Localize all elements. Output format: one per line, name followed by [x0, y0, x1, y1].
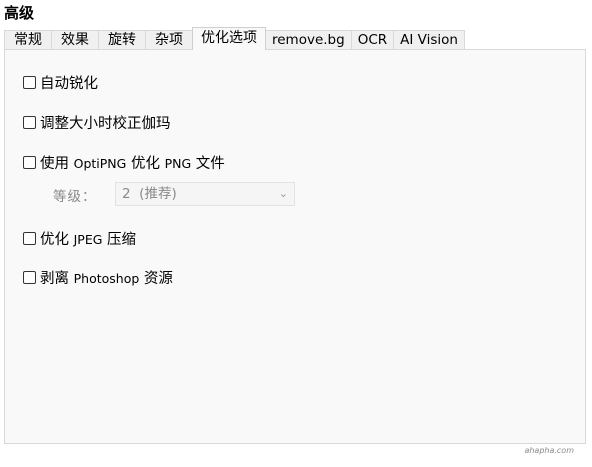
- level-select[interactable]: 2 (推荐) ⌄: [115, 182, 295, 206]
- tab-misc[interactable]: 杂项: [145, 30, 193, 50]
- auto-sharpen-label: 自动锐化: [40, 76, 98, 92]
- tab-bar: 常规 效果 旋转 杂项 优化选项 remove.bg OCR AI Vision: [4, 27, 465, 50]
- auto-sharpen-checkbox[interactable]: [23, 76, 36, 89]
- tab-optimize-options[interactable]: 优化选项: [192, 27, 266, 50]
- strip-photoshop-label: 剥离 Photoshop 资源: [40, 267, 173, 288]
- gamma-correct-label: 调整大小时校正伽玛: [40, 116, 171, 132]
- tab-effects[interactable]: 效果: [51, 30, 99, 50]
- optipng-label-part: 使用: [40, 156, 74, 172]
- tab-general[interactable]: 常规: [4, 30, 52, 50]
- strip-photoshop-label-part: Photoshop: [73, 271, 140, 286]
- strip-photoshop-checkbox[interactable]: [23, 271, 36, 284]
- gamma-correct-option[interactable]: 调整大小时校正伽玛: [23, 112, 171, 133]
- tab-rotate[interactable]: 旋转: [98, 30, 146, 50]
- strip-photoshop-option[interactable]: 剥离 Photoshop 资源: [23, 267, 173, 288]
- auto-sharpen-option[interactable]: 自动锐化: [23, 72, 98, 93]
- optimize-jpeg-label: 优化 JPEG 压缩: [40, 228, 136, 249]
- optipng-label-part: PNG: [164, 156, 192, 171]
- chevron-down-icon: ⌄: [278, 187, 288, 200]
- strip-photoshop-label-part: 资源: [139, 271, 173, 287]
- gamma-correct-checkbox[interactable]: [23, 116, 36, 129]
- optipng-label: 使用 OptiPNG 优化 PNG 文件: [40, 152, 225, 173]
- section-title: 高级: [4, 4, 35, 22]
- strip-photoshop-label-part: 剥离: [40, 271, 74, 287]
- optipng-label-part: OptiPNG: [73, 156, 127, 171]
- level-label: 等级：: [53, 189, 97, 205]
- optipng-label-part: 优化: [126, 156, 165, 172]
- optimize-jpeg-label-part: 压缩: [102, 232, 137, 248]
- options-panel: 自动锐化 调整大小时校正伽玛 使用 OptiPNG 优化 PNG 文件 等级： …: [4, 49, 586, 444]
- optimize-jpeg-label-part: 优化: [40, 232, 74, 248]
- tab-ocr[interactable]: OCR: [350, 30, 395, 50]
- optipng-option[interactable]: 使用 OptiPNG 优化 PNG 文件: [23, 152, 225, 173]
- optimize-jpeg-label-part: JPEG: [73, 232, 103, 247]
- optimize-jpeg-option[interactable]: 优化 JPEG 压缩: [23, 228, 136, 249]
- optipng-checkbox[interactable]: [23, 156, 36, 169]
- tab-ai-vision[interactable]: AI Vision: [393, 30, 465, 50]
- watermark: ahapha.com: [524, 446, 574, 455]
- tab-remove-bg[interactable]: remove.bg: [265, 30, 352, 50]
- level-select-value: 2 (推荐): [122, 186, 177, 202]
- optimize-jpeg-checkbox[interactable]: [23, 232, 36, 245]
- optipng-label-part: 文件: [191, 156, 225, 172]
